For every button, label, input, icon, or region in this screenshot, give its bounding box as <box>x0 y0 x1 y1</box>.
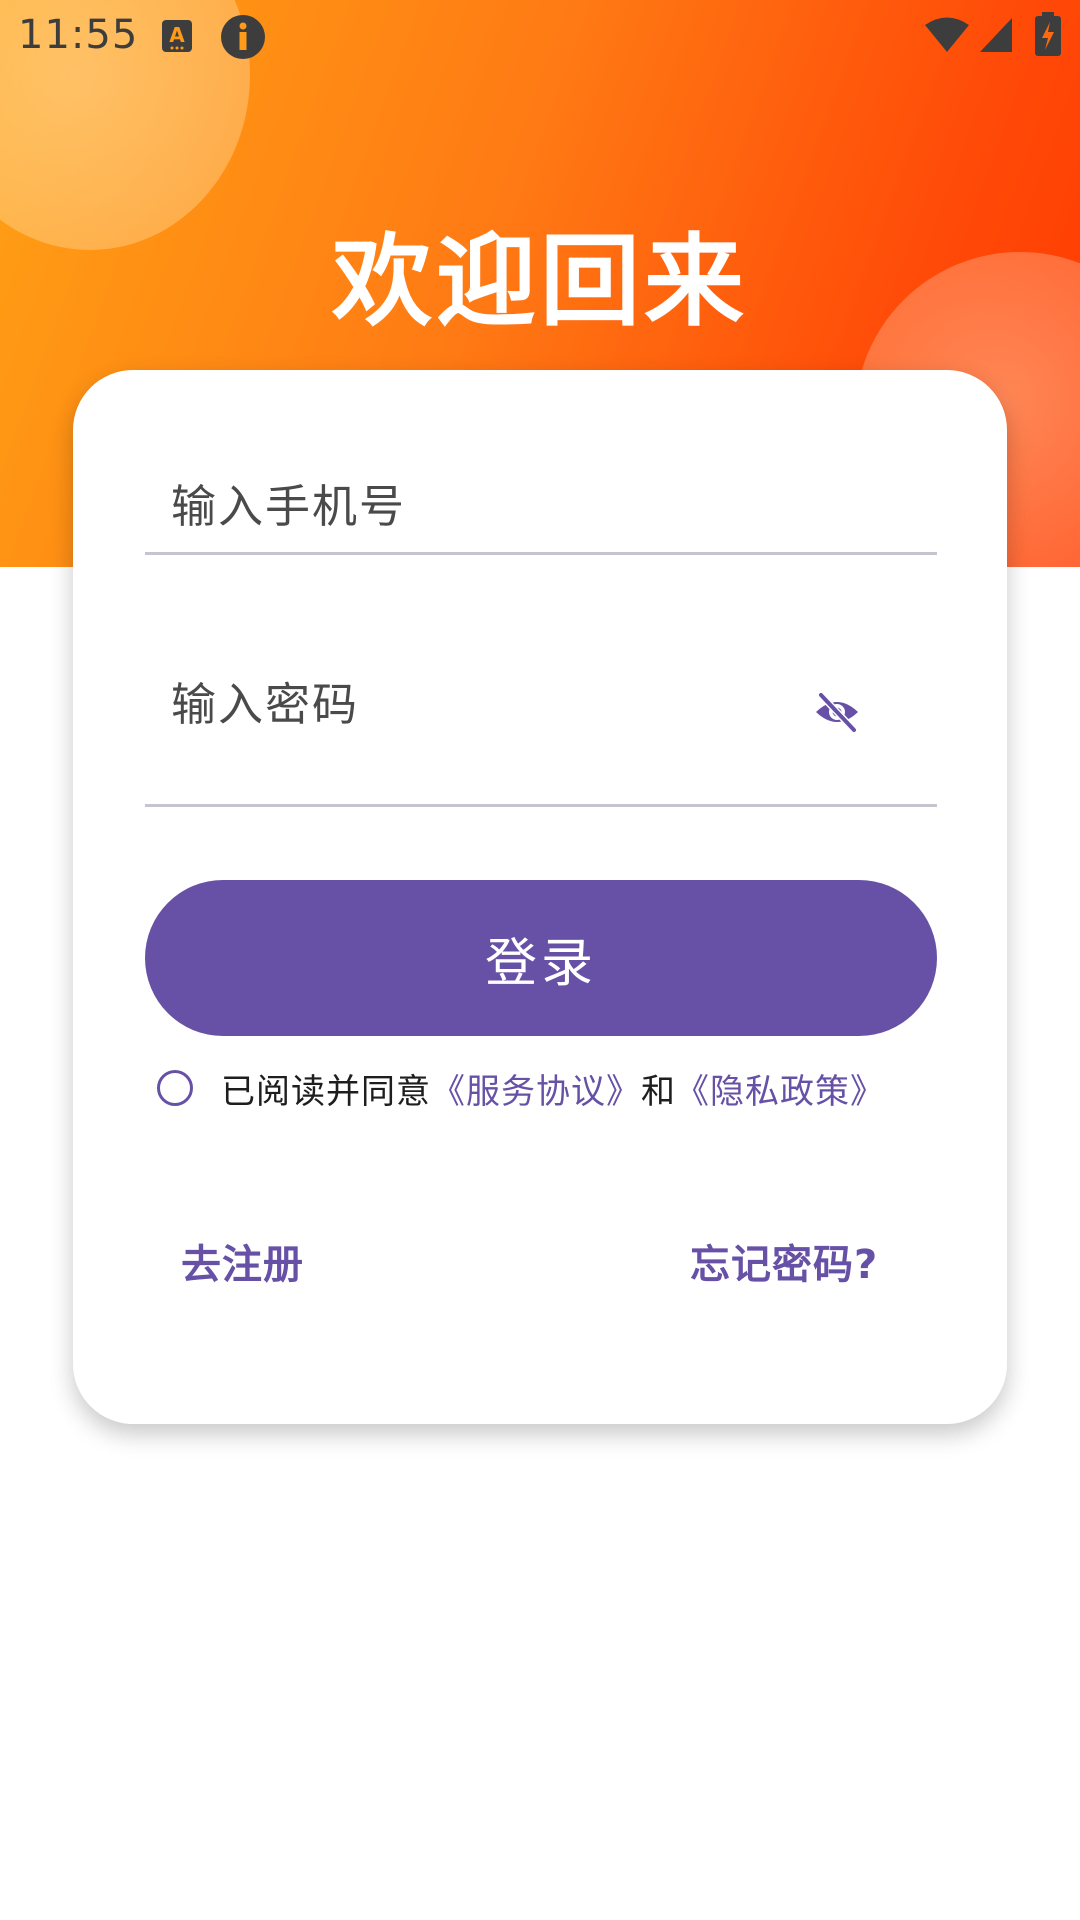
login-button[interactable]: 登录 <box>145 880 937 1036</box>
keyboard-a-icon: A <box>160 18 194 58</box>
login-card: 输入手机号 输入密码 登录 已阅读并同意 《服务协议》 和 《隐私政策》 去注册… <box>73 370 1007 1424</box>
battery-charging-icon <box>1034 12 1062 60</box>
info-icon <box>220 14 266 64</box>
agreement-and: 和 <box>641 1071 675 1112</box>
wifi-icon <box>924 16 970 58</box>
password-field-underline <box>145 804 937 807</box>
status-bar: 11:55 A <box>0 0 1080 72</box>
password-input-placeholder: 输入密码 <box>171 678 360 731</box>
agreement-prefix: 已阅读并同意 <box>221 1071 431 1112</box>
register-link[interactable]: 去注册 <box>181 1232 304 1290</box>
phone-field-underline <box>145 552 937 555</box>
privacy-policy-link[interactable]: 《隐私政策》 <box>675 1064 885 1113</box>
agree-radio[interactable] <box>157 1070 193 1106</box>
forgot-password-link[interactable]: 忘记密码? <box>690 1232 878 1290</box>
agreement-row: 已阅读并同意 《服务协议》 和 《隐私政策》 <box>157 1060 885 1116</box>
eye-off-icon[interactable] <box>813 688 861 736</box>
phone-field[interactable]: 输入手机号 <box>145 460 937 556</box>
svg-text:A: A <box>169 23 185 47</box>
service-agreement-link[interactable]: 《服务协议》 <box>431 1064 641 1113</box>
phone-input-placeholder: 输入手机号 <box>171 480 407 533</box>
status-time: 11:55 <box>18 12 139 58</box>
cell-signal-icon <box>978 16 1014 58</box>
page-title: 欢迎回来 <box>332 223 748 340</box>
